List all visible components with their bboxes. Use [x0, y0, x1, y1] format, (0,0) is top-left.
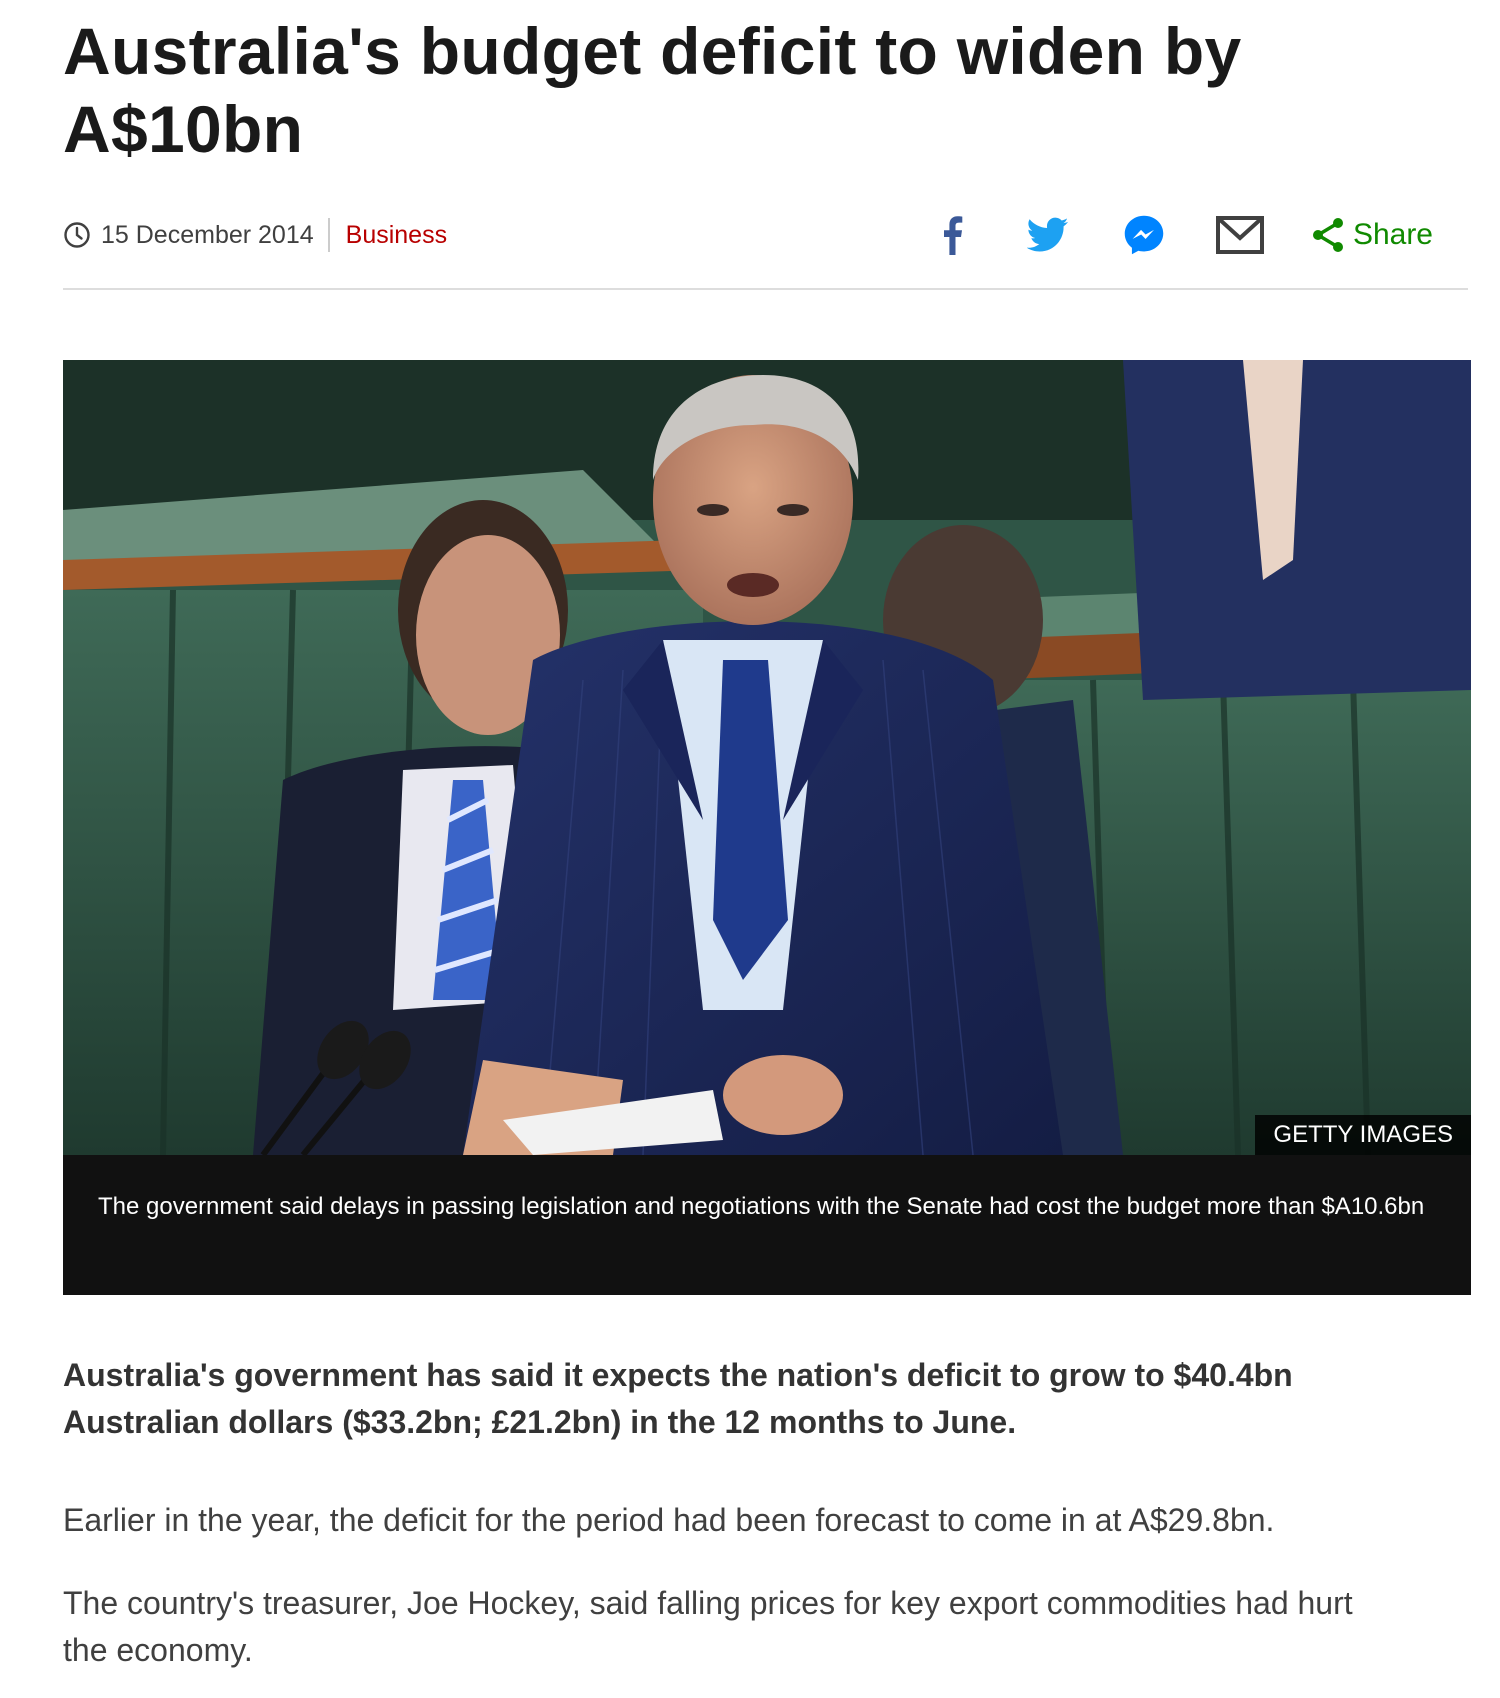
share-button[interactable]: Share	[1311, 217, 1433, 253]
twitter-share-button[interactable]	[1023, 210, 1073, 260]
article-headline: Australia's budget deficit to widen by A…	[63, 14, 1242, 166]
article-meta: 15 December 2014 Business	[63, 218, 447, 252]
article-paragraph: Earlier in the year, the deficit for the…	[63, 1502, 1275, 1538]
image-caption: The government said delays in passing le…	[98, 1193, 1425, 1220]
share-label: Share	[1352, 218, 1433, 251]
facebook-icon	[943, 216, 963, 255]
article-lead: Australia's government has said it expec…	[63, 1357, 1293, 1440]
messenger-share-button[interactable]	[1119, 210, 1169, 260]
article-page: Australia's budget deficit to widen by A…	[0, 0, 1500, 1698]
article-photo: GETTY IMAGES	[63, 360, 1471, 1155]
meta-divider	[327, 218, 330, 252]
email-icon	[1215, 216, 1264, 254]
clock-icon	[63, 221, 91, 249]
article-figure: GETTY IMAGES The government said delays …	[63, 360, 1471, 1295]
image-credit: GETTY IMAGES	[1255, 1115, 1471, 1155]
header-divider	[63, 288, 1468, 290]
email-share-button[interactable]	[1215, 210, 1265, 260]
twitter-icon	[1026, 217, 1069, 252]
section-link[interactable]: Business	[346, 221, 447, 250]
article-meta-bar: 15 December 2014 Business Share	[63, 205, 1468, 265]
article-paragraph: The country's treasurer, Joe Hockey, sai…	[63, 1585, 1353, 1668]
publish-date: 15 December 2014	[101, 220, 314, 249]
messenger-icon	[1124, 215, 1164, 255]
facebook-share-button[interactable]	[927, 210, 977, 260]
share-tools: Share	[881, 210, 1433, 260]
share-icon	[1312, 218, 1343, 252]
